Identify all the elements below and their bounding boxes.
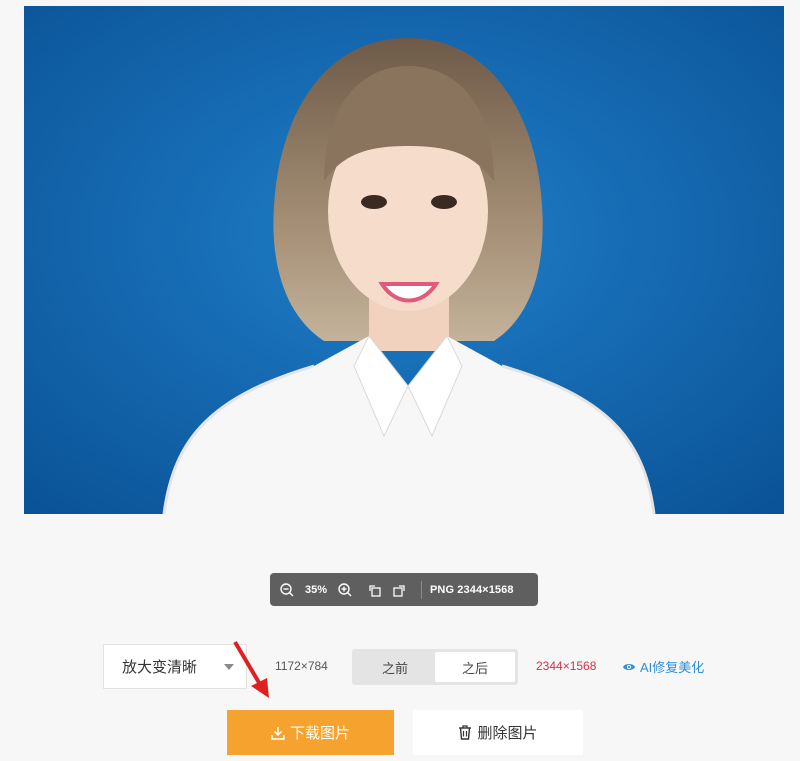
- delete-label: 删除图片: [477, 725, 538, 742]
- red-arrow-annotation: [233, 640, 269, 698]
- zoom-level: 35%: [304, 583, 328, 596]
- image-preview: [24, 6, 784, 514]
- portrait-photo: [24, 6, 784, 514]
- toolbar-divider: [421, 580, 422, 599]
- rotate-right-icon: [393, 584, 405, 597]
- eye-icon: [623, 663, 635, 670]
- download-icon: [271, 726, 285, 740]
- zoom-out-icon: [280, 582, 294, 596]
- rotate-right-button[interactable]: [387, 573, 411, 606]
- download-button[interactable]: 下载图片: [227, 710, 394, 755]
- zoom-in-icon: [338, 582, 352, 596]
- ai-enhance-link[interactable]: AI修复美化: [622, 657, 704, 676]
- download-label: 下载图片: [289, 725, 350, 742]
- zoom-in-button[interactable]: [333, 573, 357, 606]
- size-after: 2344×1568: [536, 659, 597, 673]
- tab-before[interactable]: 之前: [355, 652, 435, 682]
- rotate-left-button[interactable]: [363, 573, 387, 606]
- trash-icon: [459, 725, 472, 740]
- ai-enhance-label: AI修复美化: [640, 660, 705, 675]
- tab-after[interactable]: 之后: [435, 652, 515, 682]
- size-before: 1172×784: [275, 659, 328, 673]
- image-info: PNG 2344×1568: [430, 583, 514, 596]
- compare-toggle: 之前 之后: [352, 649, 518, 685]
- zoom-out-button[interactable]: [275, 573, 299, 606]
- image-toolbar: 35% PNG 2344×1568: [270, 573, 538, 606]
- mode-select-value: 放大变清晰: [122, 659, 198, 676]
- delete-button[interactable]: 删除图片: [413, 710, 583, 755]
- rotate-left-icon: [369, 584, 381, 597]
